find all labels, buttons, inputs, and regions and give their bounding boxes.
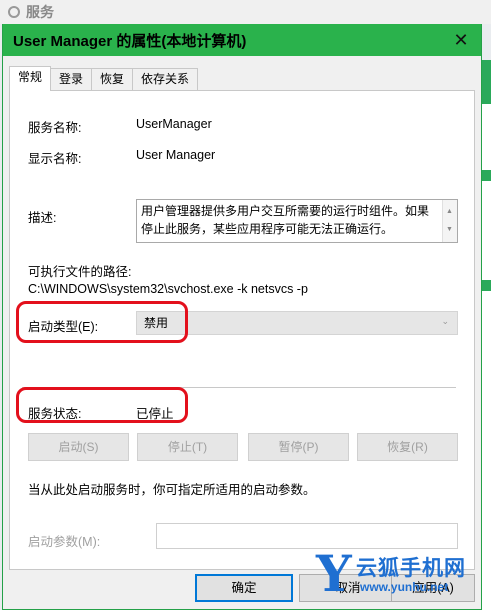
chevron-down-icon: ⌄ <box>441 316 449 326</box>
dialog-titlebar: User Manager 的属性(本地计算机) ✕ <box>3 24 481 56</box>
start-button[interactable]: 启动(S) <box>28 433 129 461</box>
background-window-title: 服务 <box>26 4 54 20</box>
service-name-value: UserManager <box>136 117 212 131</box>
scroll-down-icon[interactable]: ▼ <box>446 221 453 239</box>
close-icon[interactable]: ✕ <box>451 30 471 50</box>
display-name-label: 显示名称: <box>28 152 82 166</box>
display-name-value: User Manager <box>136 148 216 162</box>
tab-general[interactable]: 常规 <box>9 66 52 91</box>
stop-button[interactable]: 停止(T) <box>137 433 238 461</box>
service-status-highlight <box>16 387 188 423</box>
general-panel: 服务名称: UserManager 显示名称: User Manager 描述:… <box>9 90 475 570</box>
service-name-label: 服务名称: <box>28 121 82 135</box>
tab-bar: 常规 登录 恢复 依存关系 <box>9 66 199 91</box>
description-textbox[interactable]: 用户管理器提供多用户交互所需要的运行时组件。如果停止此服务，某些应用程序可能无法… <box>136 199 458 243</box>
services-gear-icon <box>8 6 20 18</box>
properties-dialog: User Manager 的属性(本地计算机) ✕ 常规 登录 恢复 依存关系 … <box>2 24 482 610</box>
watermark-url: www.yunhu.net <box>360 580 449 594</box>
scroll-up-icon[interactable]: ▲ <box>446 203 453 221</box>
startup-type-highlight <box>16 301 188 343</box>
tab-dependencies[interactable]: 依存关系 <box>132 68 199 90</box>
description-label: 描述: <box>28 211 57 225</box>
watermark-text: 云狐手机网 <box>356 557 466 580</box>
pause-button[interactable]: 暂停(P) <box>248 433 349 461</box>
ok-button[interactable]: 确定 <box>195 574 293 602</box>
start-params-hint: 当从此处启动服务时，你可指定所适用的启动参数。 <box>28 483 316 497</box>
start-params-input[interactable] <box>156 523 458 549</box>
path-label: 可执行文件的路径: <box>28 265 132 279</box>
watermark-logo: Y 云狐手机网 www.yunhu.net <box>316 544 491 610</box>
background-window-edge <box>482 60 491 610</box>
resume-button[interactable]: 恢复(R) <box>357 433 458 461</box>
start-params-label: 启动参数(M): <box>28 535 101 549</box>
description-text: 用户管理器提供多用户交互所需要的运行时组件。如果停止此服务，某些应用程序可能无法… <box>141 204 430 236</box>
background-window-titlebar: 服务 <box>0 0 491 24</box>
tab-logon[interactable]: 登录 <box>50 68 93 90</box>
dialog-title: User Manager 的属性(本地计算机) <box>13 32 247 50</box>
path-value: C:\WINDOWS\system32\svchost.exe -k netsv… <box>28 282 308 296</box>
tab-recovery[interactable]: 恢复 <box>91 68 134 90</box>
watermark-letter: Y <box>316 544 352 603</box>
description-scrollbar[interactable]: ▲ ▼ <box>442 200 457 242</box>
